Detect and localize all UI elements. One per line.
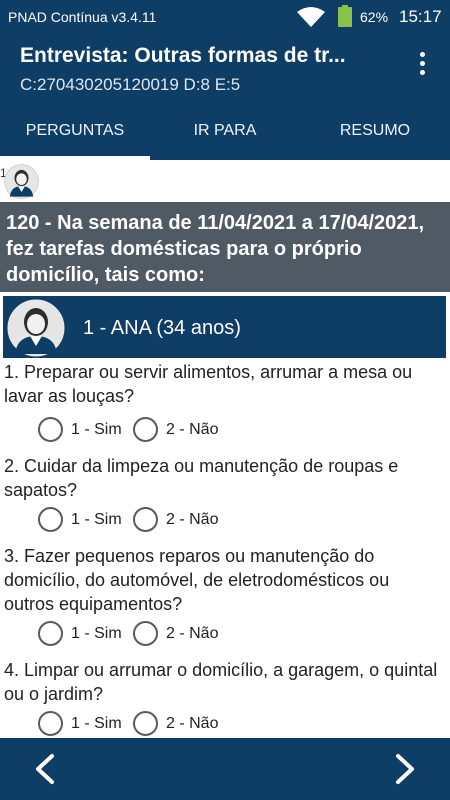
battery-percent: 62%: [360, 9, 389, 25]
person-header: 1 - ANA (34 anos): [3, 296, 446, 358]
radio-button-icon[interactable]: [38, 507, 63, 532]
tab-label: PERGUNTAS: [25, 122, 125, 139]
option-label: 1 - Sim: [71, 715, 122, 732]
option-label: 1 - Sim: [71, 625, 122, 642]
battery-icon: [338, 5, 352, 27]
questions-panel[interactable]: 1 - ANA (34 anos) 1. Preparar ou servir …: [0, 292, 450, 738]
chevron-right-icon[interactable]: [390, 752, 420, 786]
radio-button-icon[interactable]: [133, 621, 158, 646]
app-bar: Entrevista: Outras formas de tr... C:270…: [0, 34, 450, 102]
option-label: 2 - Não: [166, 715, 219, 732]
tab-perguntas[interactable]: PERGUNTAS: [0, 102, 150, 160]
radio-button-icon[interactable]: [38, 711, 63, 736]
more-vert-icon[interactable]: [410, 48, 434, 82]
option-label: 1 - Sim: [71, 421, 122, 438]
tab-ir-para[interactable]: IR PARA: [150, 102, 300, 160]
tab-resumo[interactable]: RESUMO: [300, 102, 450, 160]
option-label: 1 - Sim: [71, 511, 122, 528]
question-text: 3. Fazer pequenos reparos ou manutenção …: [4, 546, 390, 614]
option-label: 2 - Não: [166, 511, 219, 528]
radio-button-icon[interactable]: [133, 711, 158, 736]
person-name: 1 - ANA (34 anos): [83, 317, 241, 339]
person-strip: 1: [0, 160, 450, 202]
option-label: 2 - Não: [166, 625, 219, 642]
radio-button-icon[interactable]: [133, 507, 158, 532]
question-header: 120 - Na semana de 11/04/2021 a 17/04/20…: [0, 202, 450, 292]
question-text: 4. Limpar ou arrumar o domicílio, a gara…: [4, 660, 438, 704]
radio-button-icon[interactable]: [38, 417, 63, 442]
person-avatar-icon: [6, 298, 66, 358]
wifi-icon: [297, 7, 325, 27]
tab-label: RESUMO: [339, 122, 411, 139]
person-avatar-icon[interactable]: [4, 164, 39, 199]
option-nao[interactable]: 2 - Não: [133, 620, 243, 648]
status-bar: PNAD Contínua v3.4.11 62% 15:17: [0, 0, 450, 34]
tab-bar: PERGUNTAS IR PARA RESUMO: [0, 102, 450, 160]
option-nao[interactable]: 2 - Não: [133, 506, 243, 534]
radio-button-icon[interactable]: [133, 417, 158, 442]
option-label: 2 - Não: [166, 421, 219, 438]
radio-button-icon[interactable]: [38, 621, 63, 646]
status-app-label: PNAD Contínua v3.4.11: [8, 9, 157, 25]
bottom-nav-bar: [0, 738, 450, 800]
option-nao[interactable]: 2 - Não: [133, 710, 243, 738]
chevron-left-icon[interactable]: [30, 752, 60, 786]
page-subtitle: C:270430205120019 D:8 E:5: [20, 75, 241, 94]
option-nao[interactable]: 2 - Não: [133, 416, 243, 444]
tab-label: IR PARA: [193, 122, 257, 139]
option-sim[interactable]: 1 - Sim: [38, 620, 133, 648]
page-title: Entrevista: Outras formas de tr...: [20, 44, 346, 67]
option-sim[interactable]: 1 - Sim: [38, 506, 133, 534]
question-text: 1. Preparar ou servir alimentos, arrumar…: [4, 362, 413, 406]
status-clock: 15:17: [399, 7, 442, 26]
option-sim[interactable]: 1 - Sim: [38, 416, 133, 444]
option-sim[interactable]: 1 - Sim: [38, 710, 133, 738]
question-text: 2. Cuidar da limpeza ou manutenção de ro…: [4, 456, 399, 500]
